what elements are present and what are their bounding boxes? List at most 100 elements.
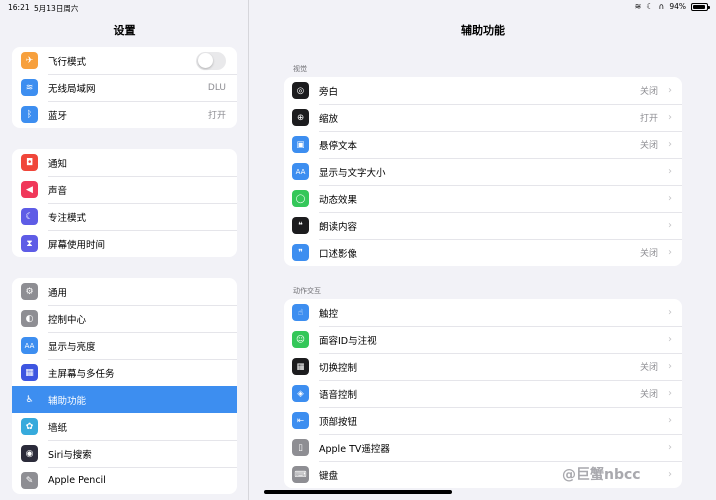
sidebar-item-pencil[interactable]: ✎ Apple Pencil [12, 467, 237, 494]
pencil-icon: ✎ [21, 472, 38, 489]
chevron-right-icon: › [668, 220, 672, 231]
sidebar-item-wallpaper[interactable]: ✿ 墙纸 [12, 413, 237, 440]
status-bar: 16:21 5月13日周六 ≋ ☾ ∩ 94% [0, 0, 716, 14]
sidebar-item-label: 通知 [48, 158, 68, 170]
sidebar-item-accessibility[interactable]: ♿ 辅助功能 [12, 386, 237, 413]
setting-value: 关闭 [639, 390, 658, 400]
setting-label: 旁白 [319, 86, 339, 98]
notification-icon: ◘ [21, 154, 38, 171]
sidebar-title: 设置 [113, 24, 136, 37]
chevron-right-icon: › [668, 388, 672, 399]
setting-row-audio-description[interactable]: ❞ 口述影像 关闭 › [284, 239, 682, 266]
setting-row-zoom[interactable]: ⊕ 缩放 打开 › [284, 104, 682, 131]
setting-row-motion[interactable]: ◯ 动态效果 › [284, 185, 682, 212]
chevron-right-icon: › [668, 112, 672, 123]
chevron-right-icon: › [668, 247, 672, 258]
keyboard-icon: ⌨ [292, 466, 309, 483]
setting-value: 关闭 [639, 87, 658, 97]
sidebar-item-label: Apple Pencil [48, 475, 106, 486]
sidebar-item-label: 控制中心 [48, 314, 87, 326]
sidebar-item-label: 辅助功能 [48, 395, 87, 407]
setting-label: 触控 [319, 308, 339, 320]
sidebar-item-moon[interactable]: ☾ 专注模式 [12, 203, 237, 230]
watermark: @巨蟹nbcc [562, 467, 641, 483]
sidebar-item-gear[interactable]: ⚙ 通用 [12, 278, 237, 305]
sidebar-item-label: 主屏幕与多任务 [48, 368, 115, 380]
setting-value: 关闭 [639, 363, 658, 373]
setting-row-face-id[interactable]: ☺ 面容ID与注视 › [284, 326, 682, 353]
section-header-physical: 动作交互 [293, 287, 321, 295]
display-icon: AA [21, 337, 38, 354]
sidebar-item-display[interactable]: AA 显示与亮度 [12, 332, 237, 359]
motion-icon: ◯ [292, 190, 309, 207]
zoom-icon: ⊕ [292, 109, 309, 126]
sidebar-item-bluetooth[interactable]: ᛒ 蓝牙 打开 [12, 101, 237, 128]
sidebar-item-home-screen[interactable]: ▦ 主屏幕与多任务 [12, 359, 237, 386]
physical-group: ☝ 触控 › ☺ 面容ID与注视 › ▦ 切换控制 关闭 › ◈ 语音控制 关闭 › ⇤ 顶部按钮 › ▯ Appl… [284, 299, 682, 488]
setting-label: 朗读内容 [319, 221, 358, 233]
audio-description-icon: ❞ [292, 244, 309, 261]
chevron-right-icon: › [668, 469, 672, 480]
setting-row-voiceover[interactable]: ◎ 旁白 关闭 › [284, 77, 682, 104]
sidebar-item-wifi[interactable]: ≋ 无线局域网 DLU [12, 74, 237, 101]
chevron-right-icon: › [668, 166, 672, 177]
sidebar-item-label: 显示与亮度 [48, 341, 96, 353]
airplane-icon: ✈ [21, 52, 38, 69]
accessibility-icon: ♿ [21, 391, 38, 408]
toggle-knob [197, 53, 213, 68]
voiceover-icon: ◎ [292, 82, 309, 99]
setting-row-switch-control[interactable]: ▦ 切换控制 关闭 › [284, 353, 682, 380]
sidebar-item-siri[interactable]: ◉ Siri与搜索 [12, 440, 237, 467]
chevron-right-icon: › [668, 334, 672, 345]
chevron-right-icon: › [668, 361, 672, 372]
sidebar-item-hourglass[interactable]: ⧗ 屏幕使用时间 [12, 230, 237, 257]
status-right: ≋ ☾ ∩ 94% [634, 2, 710, 11]
top-button-icon: ⇤ [292, 412, 309, 429]
chevron-right-icon: › [668, 307, 672, 318]
setting-label: 键盘 [319, 470, 339, 482]
speaker-icon: ◀ [21, 181, 38, 198]
airplane-mode-toggle[interactable] [196, 51, 226, 70]
page-title: 辅助功能 [461, 24, 505, 37]
text-size-icon: AA [292, 163, 309, 180]
sidebar-item-airplane[interactable]: ✈ 飞行模式 [12, 47, 237, 74]
headphones-status-icon: ∩ [658, 2, 665, 11]
setting-row-hover-text[interactable]: ▣ 悬停文本 关闭 › [284, 131, 682, 158]
setting-row-top-button[interactable]: ⇤ 顶部按钮 › [284, 407, 682, 434]
setting-label: 切换控制 [319, 362, 358, 374]
wallpaper-icon: ✿ [21, 418, 38, 435]
sidebar-item-label: 无线局域网 [48, 83, 96, 95]
siri-icon: ◉ [21, 445, 38, 462]
touch-icon: ☝ [292, 304, 309, 321]
setting-row-text-size[interactable]: AA 显示与文字大小 › [284, 158, 682, 185]
sidebar-item-speaker[interactable]: ◀ 声音 [12, 176, 237, 203]
sidebar-item-label: Siri与搜索 [48, 449, 92, 461]
setting-label: 语音控制 [319, 389, 358, 401]
sidebar-item-control-center[interactable]: ◐ 控制中心 [12, 305, 237, 332]
setting-label: 顶部按钮 [319, 416, 358, 428]
chevron-right-icon: › [668, 442, 672, 453]
sidebar-item-label: 专注模式 [48, 212, 87, 224]
remote-icon: ▯ [292, 439, 309, 456]
accessibility-pane: 辅助功能 视觉 ◎ 旁白 关闭 › ⊕ 缩放 打开 › ▣ 悬停文本 关闭 › AA 显示与文字大小 › ◯ 动… [250, 0, 716, 500]
setting-row-spoken-content[interactable]: ❝ 朗读内容 › [284, 212, 682, 239]
wifi-icon: ≋ [21, 79, 38, 96]
gear-icon: ⚙ [21, 283, 38, 300]
sidebar-item-label: 墙纸 [48, 422, 68, 434]
setting-row-remote[interactable]: ▯ Apple TV遥控器 › [284, 434, 682, 461]
sidebar-item-label: 通用 [48, 287, 68, 299]
chevron-right-icon: › [668, 139, 672, 150]
setting-value: 打开 [639, 114, 658, 124]
wifi-status-icon: ≋ [634, 2, 642, 11]
status-date: 5月13日周六 [34, 4, 79, 13]
battery-percent: 94% [669, 2, 686, 11]
setting-row-touch[interactable]: ☝ 触控 › [284, 299, 682, 326]
setting-label: 动态效果 [319, 194, 358, 206]
home-indicator[interactable] [264, 490, 452, 494]
setting-label: 口述影像 [319, 248, 358, 260]
battery-icon [691, 2, 710, 11]
setting-row-voice-control[interactable]: ◈ 语音控制 关闭 › [284, 380, 682, 407]
sidebar-item-notification[interactable]: ◘ 通知 [12, 149, 237, 176]
vision-group: ◎ 旁白 关闭 › ⊕ 缩放 打开 › ▣ 悬停文本 关闭 › AA 显示与文字大小 › ◯ 动态效果 › ❝ 朗读内… [284, 77, 682, 266]
sidebar-group-notifications: ◘ 通知 ◀ 声音 ☾ 专注模式 ⧗ 屏幕使用时间 [12, 149, 237, 257]
